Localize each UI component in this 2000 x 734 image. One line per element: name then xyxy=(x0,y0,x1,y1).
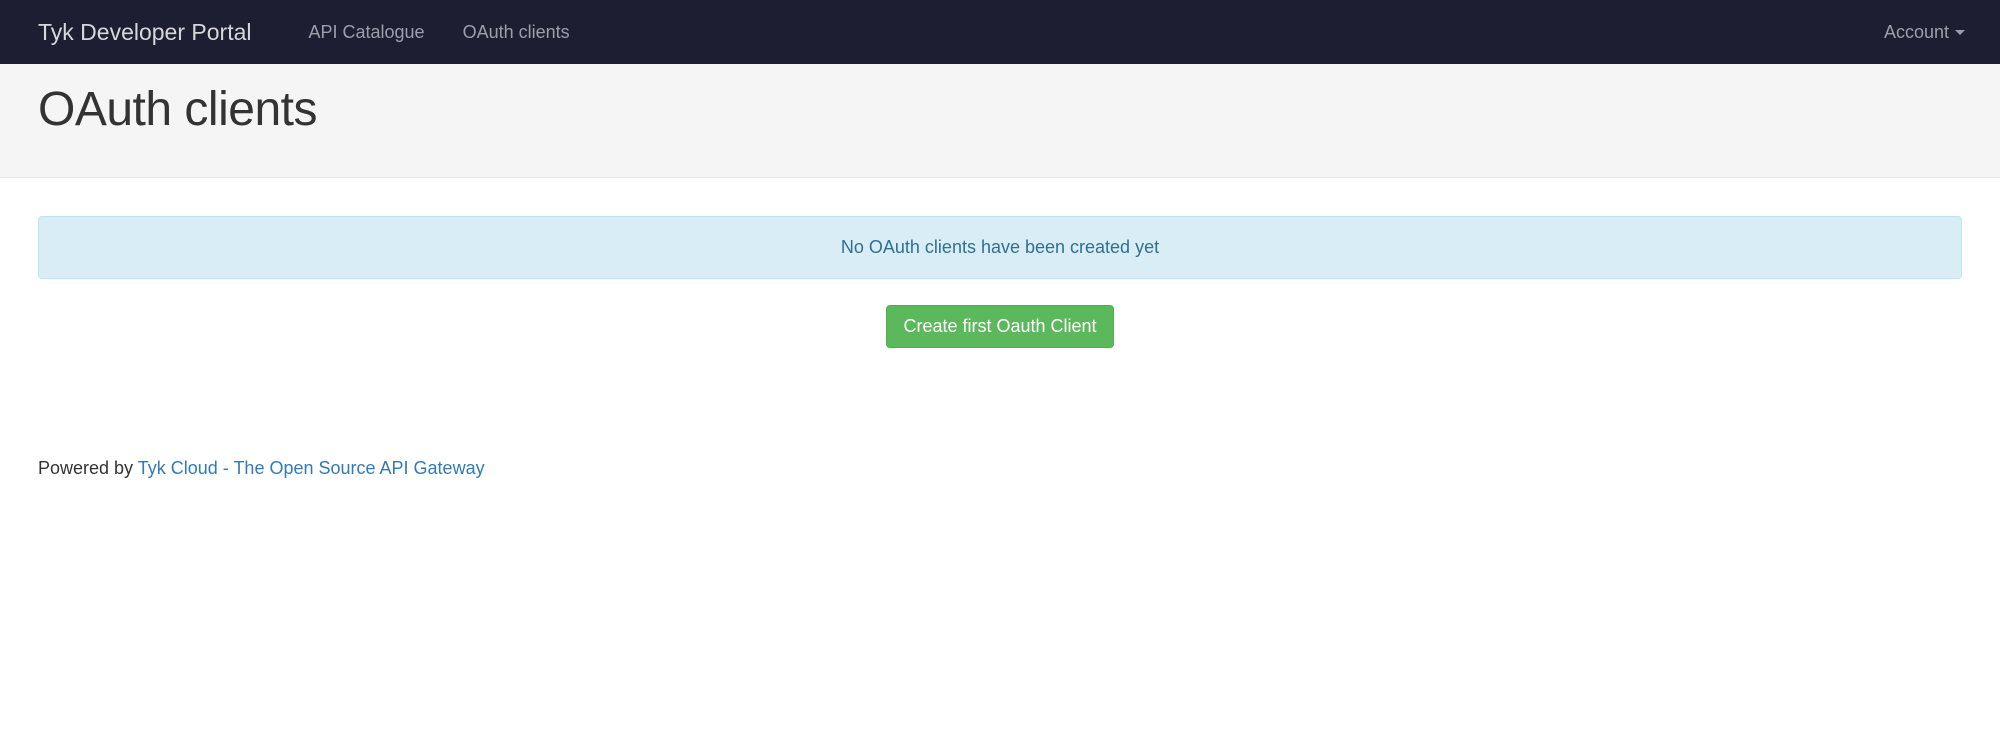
nav-links: API Catalogue OAuth clients xyxy=(289,2,1868,63)
footer-powered-by-text: Powered by xyxy=(38,458,138,478)
main-content: No OAuth clients have been created yet C… xyxy=(0,178,2000,348)
no-clients-alert: No OAuth clients have been created yet xyxy=(38,216,1962,279)
nav-item-api-catalogue: API Catalogue xyxy=(289,2,443,63)
page-header-section: OAuth clients xyxy=(0,64,2000,178)
nav-item-oauth-clients: OAuth clients xyxy=(444,2,589,63)
create-button-row: Create first Oauth Client xyxy=(38,305,1962,348)
caret-down-icon xyxy=(1955,30,1965,35)
footer: Powered by Tyk Cloud - The Open Source A… xyxy=(0,458,2000,499)
nav-item-account: Account xyxy=(1869,2,1980,63)
brand-link[interactable]: Tyk Developer Portal xyxy=(38,19,251,46)
nav-link-oauth-clients[interactable]: OAuth clients xyxy=(444,2,589,63)
nav-link-api-catalogue[interactable]: API Catalogue xyxy=(289,2,443,63)
page-title: OAuth clients xyxy=(38,82,1962,137)
nav-right: Account xyxy=(1869,2,1980,63)
create-first-oauth-client-button[interactable]: Create first Oauth Client xyxy=(886,305,1113,348)
account-dropdown[interactable]: Account xyxy=(1869,2,1980,63)
top-navbar: Tyk Developer Portal API Catalogue OAuth… xyxy=(0,0,2000,64)
footer-tyk-link[interactable]: Tyk Cloud - The Open Source API Gateway xyxy=(138,458,485,478)
account-label: Account xyxy=(1884,22,1949,43)
